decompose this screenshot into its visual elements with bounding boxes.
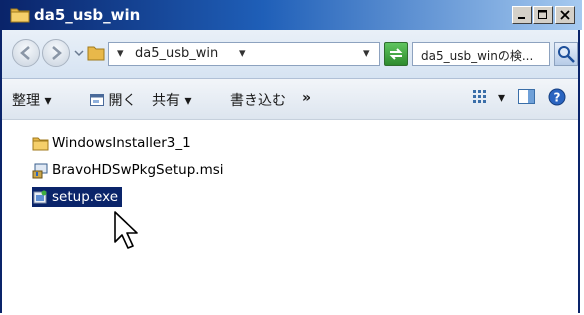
open-label: 開く xyxy=(108,93,137,109)
command-toolbar: 整理 ▾ 開く 共有 ▾ 書き込む » ▾ ? xyxy=(2,79,578,120)
burn-button[interactable]: 書き込む xyxy=(230,90,286,110)
forward-button[interactable] xyxy=(42,39,70,67)
views-dropdown-icon[interactable]: ▾ xyxy=(498,90,505,106)
burn-label: 書き込む xyxy=(230,93,286,109)
refresh-icon xyxy=(389,48,403,60)
folder-icon xyxy=(32,137,49,150)
forward-arrow-icon xyxy=(52,46,62,60)
explorer-window: da5_usb_win ▾ da5_usb_win ▾ ▾ da5_usb_wi… xyxy=(0,0,582,313)
minimize-button[interactable] xyxy=(512,6,532,24)
title-bar[interactable]: da5_usb_win xyxy=(2,0,582,30)
close-button[interactable] xyxy=(555,6,575,24)
window-title: da5_usb_win xyxy=(34,6,141,24)
more-commands-button[interactable]: » xyxy=(302,90,311,106)
recent-pages-dropdown-icon[interactable] xyxy=(74,48,84,58)
search-placeholder: da5_usb_winの検... xyxy=(421,49,534,63)
open-button[interactable]: 開く xyxy=(90,90,136,110)
preview-pane-button[interactable] xyxy=(518,89,536,109)
organize-button[interactable]: 整理 ▾ xyxy=(12,90,51,110)
views-button[interactable] xyxy=(472,89,488,109)
chevron-down-icon: ▾ xyxy=(184,93,192,109)
mouse-pointer-icon xyxy=(114,211,138,249)
list-item-folder[interactable]: WindowsInstaller3_1 xyxy=(32,133,191,153)
open-icon xyxy=(90,94,104,106)
search-input[interactable]: da5_usb_winの検... xyxy=(412,42,550,66)
breadcrumb-chevron-icon[interactable]: ▾ xyxy=(239,46,246,61)
breadcrumb-chevron-icon[interactable]: ▾ xyxy=(117,46,124,61)
close-icon xyxy=(560,10,570,20)
setup-exe-icon xyxy=(33,190,47,203)
help-icon: ? xyxy=(548,88,566,106)
breadcrumb-folder[interactable]: da5_usb_win xyxy=(135,46,218,61)
search-icon xyxy=(558,46,575,63)
back-arrow-icon xyxy=(20,46,30,60)
file-name: WindowsInstaller3_1 xyxy=(52,135,191,151)
folder-icon xyxy=(87,46,105,61)
share-label: 共有 xyxy=(152,93,180,109)
chevron-down-icon: ▾ xyxy=(44,93,52,109)
folder-icon xyxy=(10,8,30,23)
file-name: setup.exe xyxy=(52,189,118,205)
address-path-box[interactable]: ▾ da5_usb_win ▾ ▾ xyxy=(108,42,380,66)
views-icon xyxy=(473,90,486,103)
back-button[interactable] xyxy=(12,39,40,67)
refresh-button[interactable] xyxy=(384,42,408,66)
help-button[interactable]: ? xyxy=(548,88,566,110)
preview-pane-icon xyxy=(518,89,535,104)
search-button[interactable] xyxy=(554,42,578,66)
maximize-button[interactable] xyxy=(533,6,553,24)
maximize-icon xyxy=(538,10,547,19)
list-item-msi[interactable]: BravoHDSwPkgSetup.msi xyxy=(32,160,224,180)
file-list[interactable]: WindowsInstaller3_1 BravoHDSwPkgSetup.ms… xyxy=(2,120,578,313)
share-button[interactable]: 共有 ▾ xyxy=(152,90,191,110)
list-item-setup-exe[interactable]: setup.exe xyxy=(32,187,122,207)
minimize-icon xyxy=(518,17,525,19)
msi-installer-icon xyxy=(32,163,48,178)
address-history-dropdown-icon[interactable]: ▾ xyxy=(363,46,370,61)
address-bar: ▾ da5_usb_win ▾ ▾ da5_usb_winの検... xyxy=(2,30,578,79)
svg-text:?: ? xyxy=(554,91,561,105)
organize-label: 整理 xyxy=(12,93,40,109)
file-name: BravoHDSwPkgSetup.msi xyxy=(52,162,224,178)
